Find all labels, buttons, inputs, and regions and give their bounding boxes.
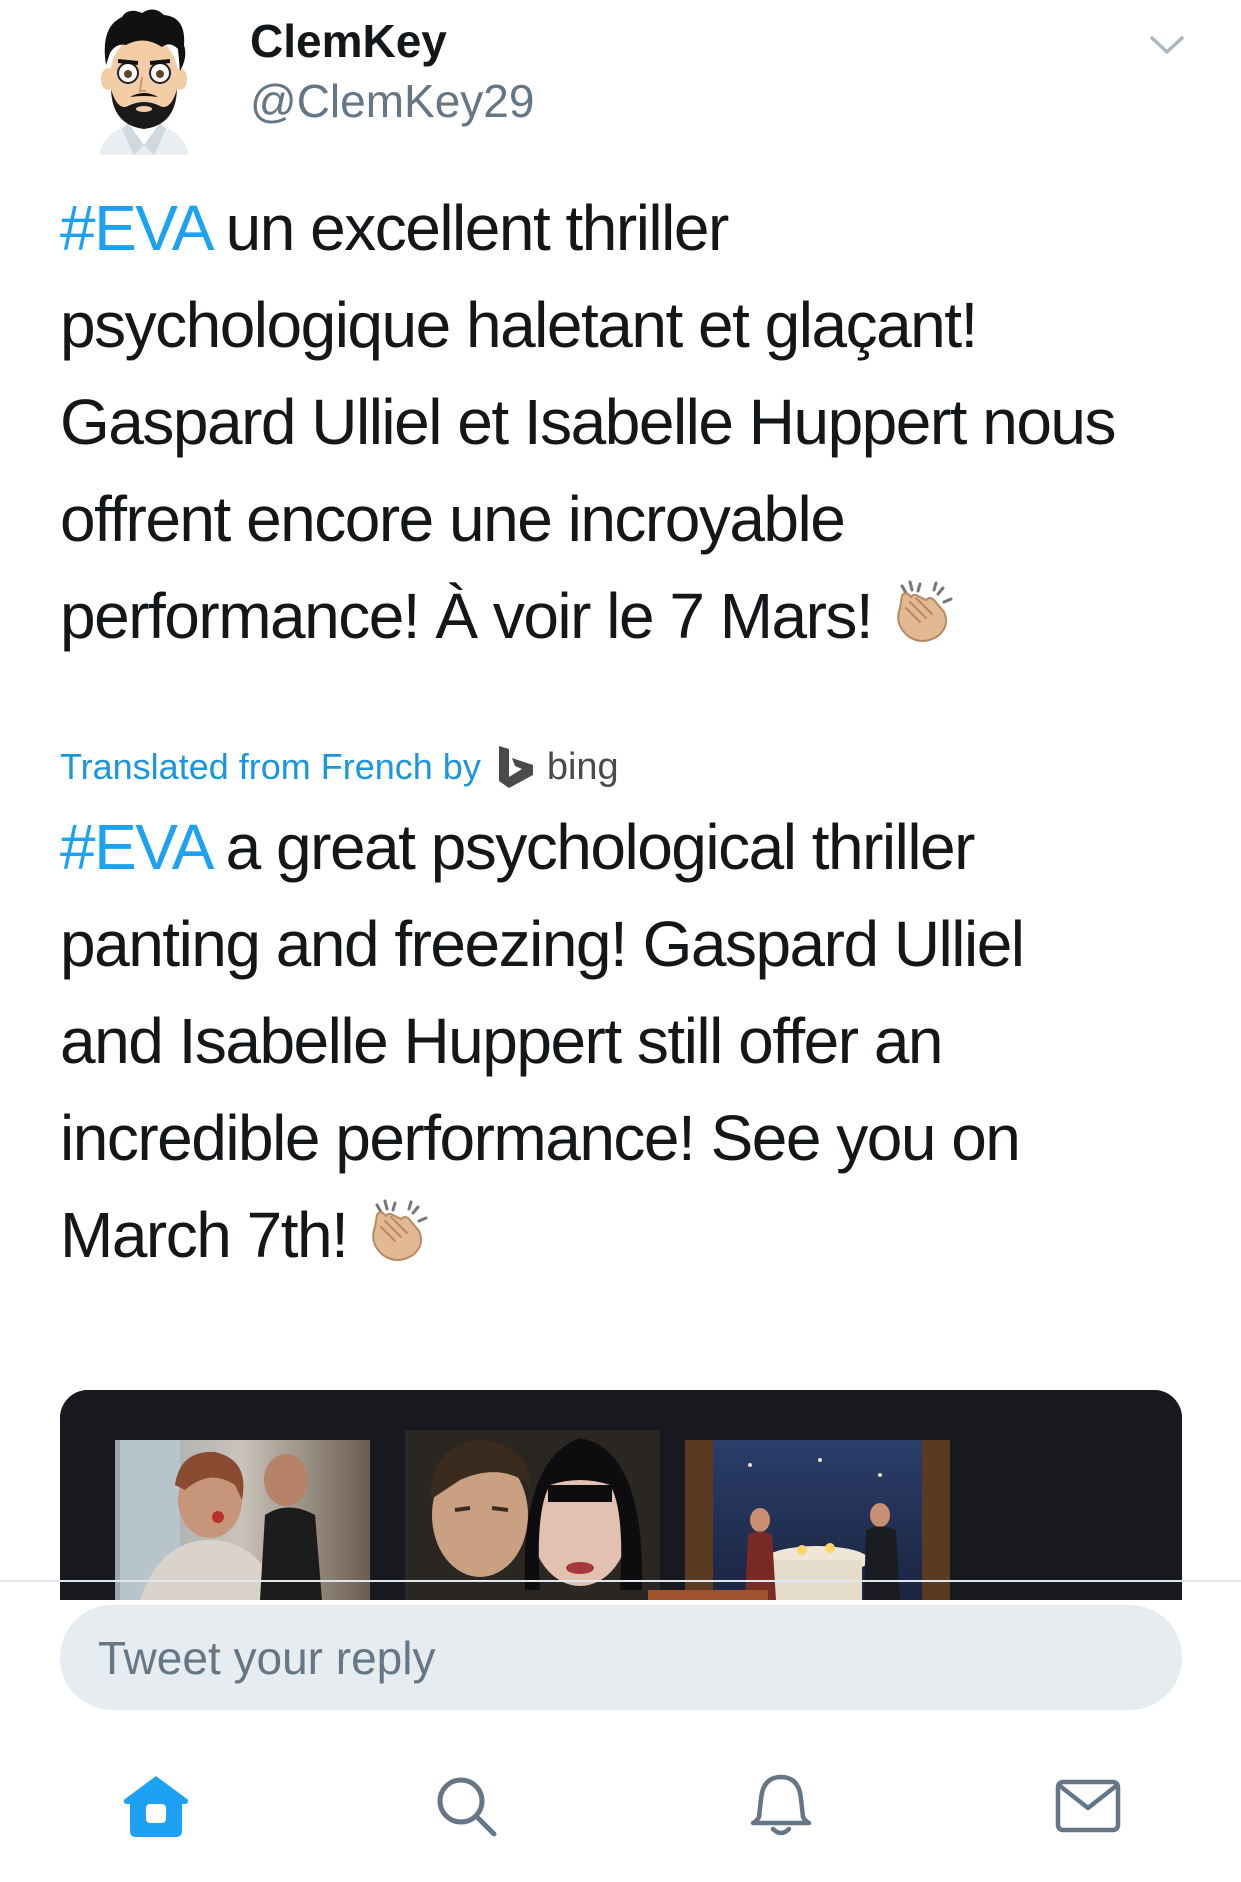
tweet-line: #EVA a great psychological thriller [60, 799, 1190, 896]
tweet-line: incredible performance! See you on [60, 1090, 1190, 1187]
clapping-hands-icon [888, 576, 956, 644]
film-still-1 [115, 1440, 370, 1600]
tweet-line-text: a great psychological thriller [209, 811, 976, 883]
tab-messages[interactable] [1048, 1768, 1128, 1848]
mail-icon [1054, 1778, 1122, 1839]
tab-search[interactable] [426, 1768, 506, 1848]
film-still-3 [648, 1440, 950, 1600]
tweet-line: March 7th! [60, 1187, 1190, 1284]
hashtag-link[interactable]: #EVA [60, 192, 211, 264]
home-icon [122, 1773, 190, 1844]
tweet-line: performance! À voir le 7 Mars! [60, 568, 1190, 665]
tweet-line-text: incredible performance! See you on [60, 1102, 1021, 1174]
tweet-text-translated: #EVA a great psychological thriller pant… [60, 799, 1190, 1284]
translation-label: Translated from French by [60, 746, 481, 787]
display-name[interactable]: ClemKey [250, 14, 447, 68]
search-icon [434, 1774, 498, 1843]
tweet-line-text: un excellent thriller [209, 192, 730, 264]
tab-home[interactable] [116, 1768, 196, 1848]
bell-icon [749, 1773, 813, 1844]
reply-box[interactable] [60, 1605, 1182, 1710]
tweet-line: psychologique haletant et glaçant! [60, 277, 1190, 374]
tweet-line: #EVA un excellent thriller [60, 180, 1190, 277]
bing-label: bing [546, 745, 619, 788]
tweet-text-original: #EVA un excellent thriller psychologique… [60, 180, 1190, 665]
tweet-line-text: March 7th! [60, 1199, 349, 1271]
reply-input[interactable] [98, 1630, 1098, 1685]
tweet-line: Gaspard Ulliel et Isabelle Huppert nous [60, 374, 1190, 471]
tweet-line: offrent encore une incroyable [60, 471, 1190, 568]
hashtag-link[interactable]: #EVA [60, 811, 211, 883]
translation-attribution[interactable]: Translated from French by bing [60, 742, 619, 792]
bing-logo-icon [495, 744, 537, 790]
tweet-media-image[interactable] [60, 1390, 1182, 1600]
tweet-line-text: Gaspard Ulliel et Isabelle Huppert nous [60, 386, 1117, 458]
tweet-line-text: psychologique haletant et glaçant! [60, 289, 978, 361]
tweet-line: and Isabelle Huppert still offer an [60, 993, 1190, 1090]
film-still-2 [405, 1430, 660, 1600]
clapping-hands-icon [363, 1195, 431, 1263]
divider [0, 1580, 1241, 1582]
tweet-line-text: offrent encore une incroyable [60, 483, 846, 555]
chevron-down-icon[interactable] [1148, 30, 1186, 60]
user-handle[interactable]: @ClemKey29 [250, 74, 534, 128]
tweet-line-text: performance! À voir le 7 Mars! [60, 580, 874, 652]
tab-notifications[interactable] [741, 1768, 821, 1848]
tweet-line: panting and freezing! Gaspard Ulliel [60, 896, 1190, 993]
avatar[interactable] [84, 5, 204, 155]
tweet-line-text: panting and freezing! Gaspard Ulliel [60, 908, 1025, 980]
tweet-line-text: and Isabelle Huppert still offer an [60, 1005, 944, 1077]
